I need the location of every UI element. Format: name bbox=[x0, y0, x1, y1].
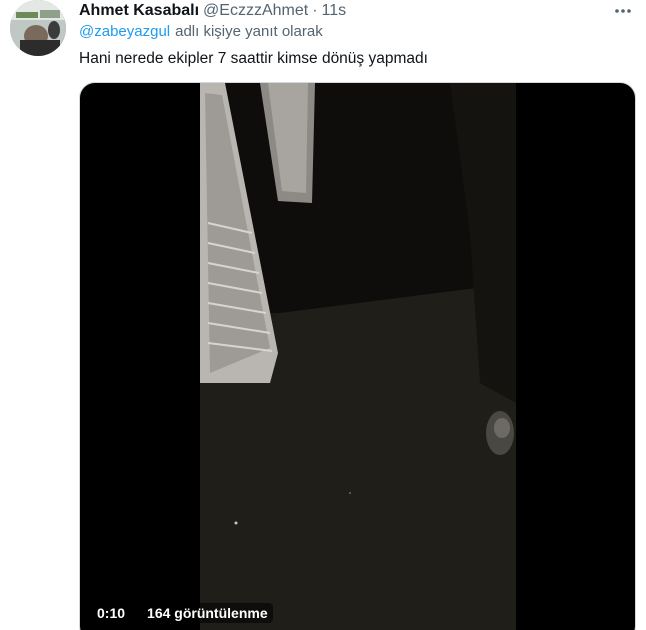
video-frame[interactable] bbox=[200, 83, 516, 630]
reply-to-label: adlı kişiye yanıt olarak bbox=[175, 23, 323, 40]
video-view-count: 164 görüntülenme bbox=[142, 603, 273, 623]
video-still bbox=[200, 83, 516, 630]
tweet-header: Ahmet Kasabalı @EczzzAhmet · 11s bbox=[79, 0, 346, 22]
video-overlay: 0:10 164 görüntülenme bbox=[92, 603, 273, 623]
more-options-button[interactable] bbox=[612, 0, 634, 22]
author-handle[interactable]: @EczzzAhmet bbox=[203, 1, 308, 21]
more-horizontal-icon bbox=[615, 9, 631, 13]
author-name[interactable]: Ahmet Kasabalı bbox=[79, 1, 199, 21]
reply-to-mention-link[interactable]: @zabeyazgul bbox=[79, 23, 170, 40]
timestamp[interactable]: 11s bbox=[322, 1, 347, 21]
video-player[interactable]: 0:10 164 görüntülenme bbox=[79, 82, 636, 630]
tweet[interactable]: Ahmet Kasabalı @EczzzAhmet · 11s @zabeya… bbox=[0, 0, 646, 630]
avatar[interactable] bbox=[10, 0, 66, 56]
reply-context: @zabeyazgul adlı kişiye yanıt olarak bbox=[79, 22, 323, 42]
video-duration: 0:10 bbox=[92, 603, 131, 623]
separator-dot: · bbox=[312, 2, 318, 19]
tweet-text: Hani nerede ekipler 7 saattir kimse dönü… bbox=[79, 50, 428, 67]
avatar-image bbox=[10, 0, 66, 56]
